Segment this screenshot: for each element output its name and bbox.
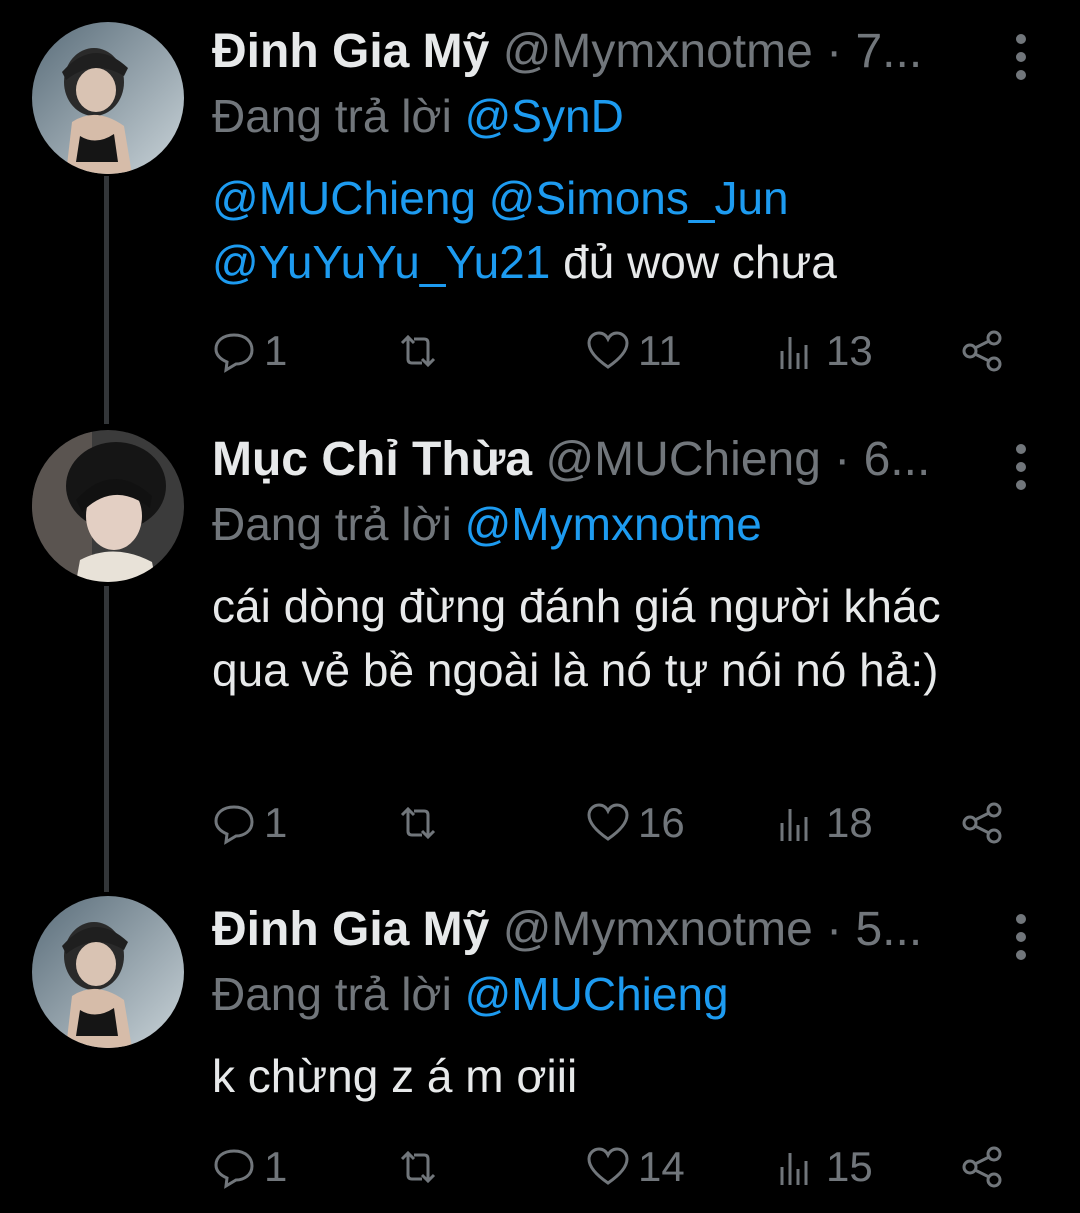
view-count: 15 bbox=[826, 1143, 873, 1190]
reply-count: 1 bbox=[264, 1143, 288, 1190]
replying-to-mention[interactable]: @MUChieng bbox=[465, 968, 729, 1020]
share-icon bbox=[962, 330, 1002, 372]
tweet-body: k chừng z á m ơiii bbox=[212, 1044, 1020, 1108]
like-count: 11 bbox=[638, 327, 682, 374]
views-button[interactable]: 15 bbox=[774, 1142, 873, 1192]
retweet-button[interactable] bbox=[396, 326, 440, 376]
reply-button[interactable]: 1 bbox=[212, 798, 287, 848]
share-button[interactable] bbox=[960, 798, 1004, 848]
share-button[interactable] bbox=[960, 326, 1004, 376]
replying-to-label: Đang trả lời bbox=[212, 968, 452, 1020]
replying-to-label: Đang trả lời bbox=[212, 90, 452, 142]
tweet-time: · 7... bbox=[826, 25, 923, 78]
tweet-body: @MUChieng @Simons_Jun @YuYuYu_Yu21 đủ wo… bbox=[212, 166, 1020, 294]
reply-button[interactable]: 1 bbox=[212, 326, 287, 376]
avatar-image bbox=[32, 430, 184, 582]
replying-to: Đang trả lời @SynD bbox=[212, 88, 624, 144]
tweet-text: cái dòng đừng đánh giá người khác qua vẻ… bbox=[212, 580, 941, 696]
retweet-icon bbox=[400, 334, 436, 368]
avatar[interactable] bbox=[32, 430, 184, 582]
tweet[interactable]: Đinh Gia Mỹ @Mymxnotme · 5... Đang trả l… bbox=[0, 894, 1080, 1213]
tweet-text: đủ wow chưa bbox=[550, 236, 837, 288]
reply-icon bbox=[214, 805, 254, 845]
tweet-header: Đinh Gia Mỹ @Mymxnotme · 5... bbox=[212, 902, 970, 958]
avatar[interactable] bbox=[32, 22, 184, 174]
avatar[interactable] bbox=[32, 896, 184, 1048]
more-icon[interactable] bbox=[1014, 444, 1028, 498]
tweet-time: · 5... bbox=[826, 903, 923, 956]
avatar-image bbox=[32, 22, 184, 174]
tweet[interactable]: Đinh Gia Mỹ @Mymxnotme · 7... Đang trả l… bbox=[0, 0, 1080, 420]
views-icon bbox=[780, 1153, 808, 1185]
like-button[interactable]: 11 bbox=[586, 326, 682, 376]
reply-icon bbox=[214, 1149, 254, 1189]
tweet-actions: 1 14 15 bbox=[212, 1142, 1012, 1192]
tweet-text: k chừng z á m ơiii bbox=[212, 1050, 578, 1102]
replying-to: Đang trả lời @Mymxnotme bbox=[212, 496, 762, 552]
reply-button[interactable]: 1 bbox=[212, 1142, 287, 1192]
tweet-time: · 6... bbox=[834, 433, 931, 486]
reply-count: 1 bbox=[264, 799, 288, 846]
author-name[interactable]: Đinh Gia Mỹ bbox=[212, 25, 489, 78]
replying-to: Đang trả lời @MUChieng bbox=[212, 966, 729, 1022]
view-count: 18 bbox=[826, 799, 873, 846]
more-icon[interactable] bbox=[1014, 34, 1028, 88]
like-icon bbox=[587, 331, 629, 369]
like-button[interactable]: 14 bbox=[586, 1142, 685, 1192]
views-button[interactable]: 18 bbox=[774, 798, 873, 848]
retweet-button[interactable] bbox=[396, 1142, 440, 1192]
share-icon bbox=[962, 802, 1002, 844]
views-icon bbox=[780, 337, 808, 369]
view-count: 13 bbox=[826, 327, 873, 374]
like-count: 14 bbox=[638, 1143, 685, 1190]
author-handle[interactable]: @Mymxnotme bbox=[503, 903, 813, 956]
reply-count: 1 bbox=[264, 327, 288, 374]
retweet-icon bbox=[400, 1150, 436, 1184]
like-count: 16 bbox=[638, 799, 685, 846]
tweet[interactable]: Mục Chỉ Thừa @MUChieng · 6... Đang trả l… bbox=[0, 420, 1080, 894]
author-handle[interactable]: @Mymxnotme bbox=[503, 25, 813, 78]
author-handle[interactable]: @MUChieng bbox=[545, 433, 820, 486]
reply-icon bbox=[214, 333, 254, 373]
like-button[interactable]: 16 bbox=[586, 798, 685, 848]
tweet-body: cái dòng đừng đánh giá người khác qua vẻ… bbox=[212, 574, 1010, 702]
more-icon[interactable] bbox=[1014, 914, 1028, 968]
share-icon bbox=[962, 1146, 1002, 1188]
tweet-header: Mục Chỉ Thừa @MUChieng · 6... bbox=[212, 432, 970, 488]
mention-link[interactable]: @YuYuYu_Yu21 bbox=[212, 236, 550, 288]
replying-to-mention[interactable]: @SynD bbox=[465, 90, 624, 142]
tweet-actions: 1 11 13 bbox=[212, 326, 1012, 376]
tweet-header: Đinh Gia Mỹ @Mymxnotme · 7... bbox=[212, 24, 970, 80]
mention-link[interactable]: @MUChieng @Simons_Jun bbox=[212, 172, 789, 224]
author-name[interactable]: Mục Chỉ Thừa bbox=[212, 433, 532, 486]
like-icon bbox=[587, 803, 629, 841]
author-name[interactable]: Đinh Gia Mỹ bbox=[212, 903, 489, 956]
retweet-icon bbox=[400, 806, 436, 840]
replying-to-mention[interactable]: @Mymxnotme bbox=[465, 498, 762, 550]
views-button[interactable]: 13 bbox=[774, 326, 873, 376]
retweet-button[interactable] bbox=[396, 798, 440, 848]
tweet-actions: 1 16 18 bbox=[212, 798, 1012, 848]
views-icon bbox=[780, 809, 808, 841]
share-button[interactable] bbox=[960, 1142, 1004, 1192]
like-icon bbox=[587, 1147, 629, 1185]
replying-to-label: Đang trả lời bbox=[212, 498, 452, 550]
avatar-image bbox=[32, 896, 184, 1048]
